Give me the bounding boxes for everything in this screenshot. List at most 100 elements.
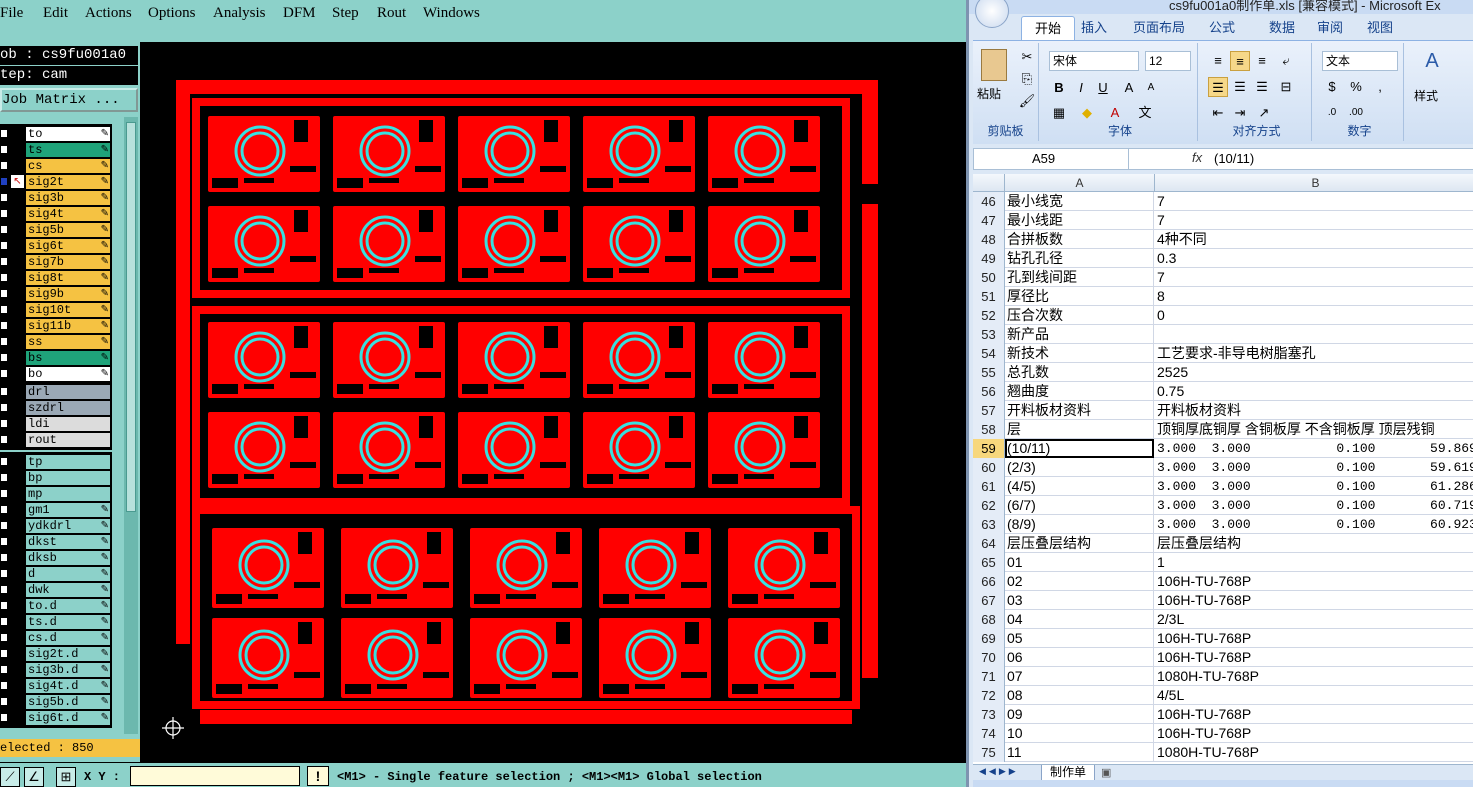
- layer-checkbox[interactable]: [0, 305, 8, 314]
- cell-b[interactable]: 3.000 3.000 0.100 60.719: [1155, 496, 1473, 515]
- layer-edit-icon[interactable]: ✎: [101, 614, 109, 629]
- layer-row[interactable]: tp: [0, 454, 112, 469]
- cell-a[interactable]: (2/3): [1005, 458, 1154, 477]
- cell-b[interactable]: 7: [1155, 268, 1473, 287]
- layer-edit-icon[interactable]: ✎: [101, 254, 109, 269]
- layer-row[interactable]: sig2t ✎ ↖: [0, 174, 112, 189]
- cell-b[interactable]: 开料板材资料: [1155, 401, 1473, 420]
- layer-row[interactable]: szdrl: [0, 400, 112, 415]
- layer-edit-icon[interactable]: ✎: [101, 534, 109, 549]
- align-bottom-icon[interactable]: ≡: [1252, 51, 1272, 71]
- format-painter-icon[interactable]: 🖌: [1017, 91, 1037, 111]
- ribbon-tab-5[interactable]: 数据: [1269, 16, 1295, 40]
- measure-tool-button[interactable]: ∠: [24, 767, 44, 787]
- cell-a[interactable]: 合拼板数: [1005, 230, 1154, 249]
- row-number[interactable]: 69: [973, 629, 1005, 648]
- row-number[interactable]: 50: [973, 268, 1005, 287]
- copy-icon[interactable]: ⎘: [1017, 69, 1037, 89]
- layer-edit-icon[interactable]: ✎: [101, 710, 109, 725]
- layer-row[interactable]: bo ✎: [0, 366, 112, 381]
- layer-checkbox[interactable]: [0, 369, 8, 378]
- menu-rout[interactable]: Rout: [377, 5, 406, 22]
- cell-b[interactable]: 7: [1155, 192, 1473, 211]
- row-number[interactable]: 54: [973, 344, 1005, 363]
- cell-a[interactable]: 层压叠层结构: [1005, 534, 1154, 553]
- cell-b[interactable]: 工艺要求-非导电树脂塞孔: [1155, 344, 1473, 363]
- cell-b[interactable]: 4种不同: [1155, 230, 1473, 249]
- name-box[interactable]: A59: [974, 149, 1129, 169]
- layer-checkbox[interactable]: [0, 129, 8, 138]
- layer-row[interactable]: mp: [0, 486, 112, 501]
- layer-row[interactable]: cs.d ✎: [0, 630, 112, 645]
- layer-edit-icon[interactable]: ✎: [101, 126, 109, 141]
- layer-edit-icon[interactable]: ✎: [101, 598, 109, 613]
- layer-checkbox[interactable]: [0, 321, 8, 330]
- cell-a[interactable]: 压合次数: [1005, 306, 1154, 325]
- layer-row[interactable]: sig5b ✎: [0, 222, 112, 237]
- layer-row[interactable]: sig3b.d ✎: [0, 662, 112, 677]
- cell-a[interactable]: (6/7): [1005, 496, 1154, 515]
- layer-checkbox[interactable]: [0, 473, 8, 482]
- pcb-graphic-view[interactable]: [160, 70, 920, 750]
- menu-edit[interactable]: Edit: [43, 5, 68, 22]
- grid-tool-button[interactable]: ⊞: [56, 767, 76, 787]
- cell-b[interactable]: 106H-TU-768P: [1155, 648, 1473, 667]
- row-number[interactable]: 68: [973, 610, 1005, 629]
- underline-icon[interactable]: U: [1093, 78, 1113, 98]
- row-number[interactable]: 46: [973, 192, 1005, 211]
- layer-row[interactable]: sig8t ✎: [0, 270, 112, 285]
- layer-row[interactable]: sig6t ✎: [0, 238, 112, 253]
- ribbon-tab-4[interactable]: 公式: [1209, 16, 1235, 40]
- insert-sheet-icon[interactable]: ▣: [1101, 766, 1111, 779]
- xy-input[interactable]: [130, 766, 300, 786]
- row-number[interactable]: 64: [973, 534, 1005, 553]
- row-number[interactable]: 70: [973, 648, 1005, 667]
- ribbon-tab-1[interactable]: 开始: [1021, 16, 1075, 40]
- formula-input[interactable]: (10/11): [1214, 149, 1254, 169]
- layer-checkbox[interactable]: [0, 193, 8, 202]
- grow-font-icon[interactable]: A: [1119, 78, 1139, 98]
- row-number[interactable]: 74: [973, 724, 1005, 743]
- layer-row[interactable]: rout: [0, 432, 112, 447]
- zoom-tool-button[interactable]: ⟋: [0, 767, 20, 787]
- cell-a[interactable]: 10: [1005, 724, 1154, 743]
- layer-checkbox[interactable]: [0, 601, 8, 610]
- cell-a[interactable]: 08: [1005, 686, 1154, 705]
- layer-edit-icon[interactable]: ✎: [101, 646, 109, 661]
- layer-checkbox[interactable]: [0, 337, 8, 346]
- cell-b[interactable]: 1080H-TU-768P: [1155, 743, 1473, 762]
- cell-a[interactable]: 02: [1005, 572, 1154, 591]
- cell-b[interactable]: 1: [1155, 553, 1473, 572]
- row-number[interactable]: 57: [973, 401, 1005, 420]
- row-number[interactable]: 53: [973, 325, 1005, 344]
- layer-edit-icon[interactable]: ✎: [101, 158, 109, 173]
- cell-b[interactable]: 顶铜厚底铜厚 含铜板厚 不含铜板厚 顶层残铜: [1155, 420, 1473, 439]
- layer-checkbox[interactable]: [0, 649, 8, 658]
- layer-checkbox[interactable]: [0, 489, 8, 498]
- menu-actions[interactable]: Actions: [85, 5, 132, 22]
- cell-a[interactable]: 01: [1005, 553, 1154, 572]
- layer-scroll-thumb[interactable]: [126, 122, 136, 512]
- menu-file[interactable]: File: [0, 5, 23, 22]
- layer-row[interactable]: sig4t.d ✎: [0, 678, 112, 693]
- warning-button[interactable]: !: [307, 766, 329, 786]
- shrink-font-icon[interactable]: A: [1141, 78, 1161, 98]
- ribbon-tab-7[interactable]: 视图: [1367, 16, 1393, 40]
- layer-edit-icon[interactable]: ✎: [101, 286, 109, 301]
- cell-b[interactable]: 4/5L: [1155, 686, 1473, 705]
- layer-edit-icon[interactable]: ✎: [101, 302, 109, 317]
- orientation-icon[interactable]: ↗: [1254, 103, 1274, 123]
- layer-checkbox[interactable]: [0, 403, 8, 412]
- increase-indent-icon[interactable]: ⇥: [1230, 103, 1250, 123]
- row-number[interactable]: 62: [973, 496, 1005, 515]
- cell-a[interactable]: 厚径比: [1005, 287, 1154, 306]
- column-header-a[interactable]: A: [1005, 174, 1155, 192]
- layer-checkbox[interactable]: [0, 697, 8, 706]
- row-number[interactable]: 71: [973, 667, 1005, 686]
- layer-row[interactable]: gm1 ✎: [0, 502, 112, 517]
- layer-row[interactable]: bp: [0, 470, 112, 485]
- cell-a[interactable]: 孔到线间距: [1005, 268, 1154, 287]
- layer-edit-icon[interactable]: ✎: [101, 662, 109, 677]
- styles-icon[interactable]: A: [1422, 51, 1442, 71]
- layer-row[interactable]: d ✎: [0, 566, 112, 581]
